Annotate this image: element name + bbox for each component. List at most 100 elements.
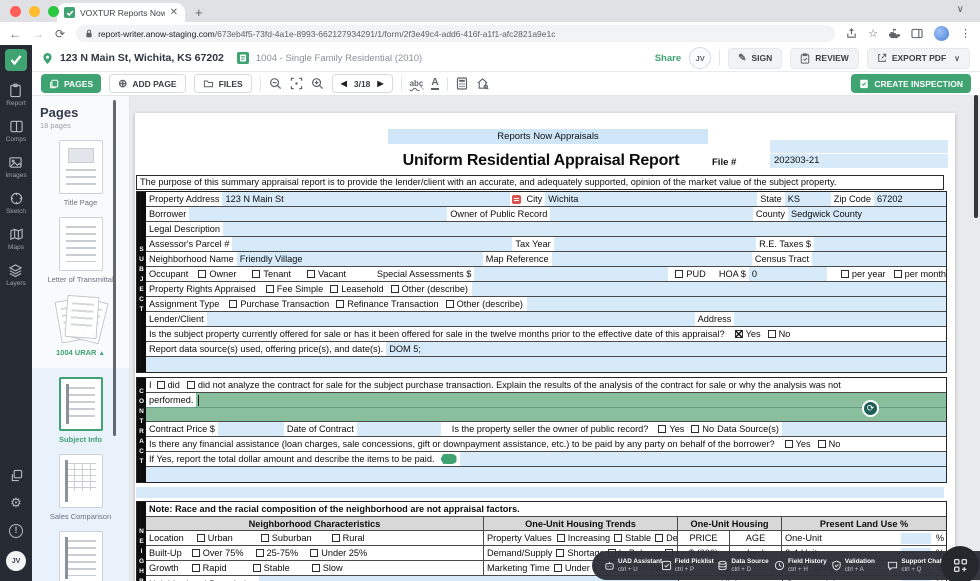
checkbox-urban[interactable] [196, 534, 205, 542]
contract-data-source-field[interactable] [781, 422, 946, 436]
font-format-icon[interactable]: A [431, 77, 439, 90]
shared-user-avatar[interactable]: JV [689, 47, 712, 69]
checkbox-seller-yes[interactable] [658, 425, 667, 433]
window-minimize-button[interactable] [29, 6, 40, 17]
county-field[interactable]: Sedgwick County [788, 207, 946, 221]
side-panel-icon[interactable] [911, 28, 923, 39]
owner-of-record-field[interactable] [550, 207, 753, 221]
uad-assistant-button[interactable]: UAD Assistant ctrl + U [604, 558, 662, 574]
data-source-button[interactable]: Data Source ctrl + D [717, 558, 770, 574]
export-pdf-button[interactable]: EXPORT PDF ∨ [866, 47, 970, 69]
contract-analysis-field[interactable] [196, 393, 946, 407]
checkbox-25-75[interactable] [255, 549, 264, 557]
browser-menu-icon[interactable]: ⋮ [960, 27, 971, 40]
uad-tag-icon[interactable] [440, 454, 457, 464]
tab-close-icon[interactable]: ✕ [170, 7, 178, 18]
checkbox-per-month[interactable] [893, 270, 902, 278]
re-taxes-field[interactable] [814, 237, 946, 251]
window-close-button[interactable] [10, 6, 21, 17]
checkbox-offered-no[interactable] [767, 330, 776, 338]
sidebar-item-layers[interactable]: Layers [6, 263, 26, 287]
page-group-label[interactable]: 1004 URAR ▲ [56, 348, 105, 359]
back-icon[interactable]: ← [9, 28, 21, 40]
checkbox-owner[interactable] [198, 270, 207, 278]
land-use-field[interactable] [901, 532, 931, 544]
bookmark-star-icon[interactable]: ☆ [868, 27, 878, 40]
zoom-in-icon[interactable] [311, 77, 324, 90]
property-lookup-icon[interactable] [476, 77, 489, 90]
city-field[interactable]: Wichita [545, 192, 758, 206]
files-button[interactable]: FILES [193, 74, 252, 93]
checkbox-fee-simple[interactable] [265, 285, 274, 293]
new-tab-button[interactable]: + [195, 5, 203, 20]
company-banner-field[interactable]: Reports Now Appraisals [388, 129, 708, 144]
previous-page-icon[interactable]: ◀ [341, 79, 347, 88]
subject-comments-field[interactable] [146, 357, 946, 372]
calculator-icon[interactable] [456, 77, 468, 90]
alert-info-icon[interactable]: ! [9, 524, 23, 538]
file-number-field[interactable]: 202303-21 [770, 154, 948, 168]
lender-client-field[interactable] [206, 312, 695, 326]
checkbox-did[interactable] [156, 381, 165, 389]
browser-tab[interactable]: VOXTUR Reports Now - Form ✕ [57, 3, 185, 22]
uad-flag-icon[interactable] [512, 194, 522, 204]
duplicate-icon[interactable] [10, 469, 23, 482]
checkbox-leasehold[interactable] [330, 285, 339, 293]
data-sources-field[interactable]: DOM 5; [386, 342, 946, 356]
checkbox-pud[interactable] [675, 270, 684, 278]
address-bar[interactable]: report-writer.anow-staging.com/673eb4f5-… [76, 25, 836, 42]
checkbox-over-75[interactable] [191, 549, 200, 557]
contract-date-field[interactable] [356, 422, 441, 436]
field-history-button[interactable]: Field History ctrl + H [774, 558, 827, 574]
page-thumb-sales-comparison[interactable]: Sales Comparison [32, 454, 129, 522]
checkbox-purchase[interactable] [229, 300, 238, 308]
assistance-amount-field[interactable] [459, 452, 946, 466]
apps-grid-button[interactable] [941, 546, 979, 581]
map-reference-field[interactable] [551, 252, 752, 266]
sidebar-item-sketch[interactable]: Sketch [6, 191, 26, 215]
checkbox-under-3[interactable] [553, 564, 562, 572]
browser-profile-avatar[interactable] [934, 26, 949, 41]
sync-refresh-icon[interactable]: ⟳ [862, 400, 879, 417]
settings-gear-icon[interactable]: ⚙ [10, 495, 22, 511]
checkbox-vacant[interactable] [306, 270, 315, 278]
contract-comments-field[interactable] [146, 467, 946, 482]
sidebar-item-comps[interactable]: Comps [6, 119, 26, 143]
document-canvas[interactable]: Reports Now Appraisals Uniform Residenti… [130, 96, 980, 581]
chevron-down-icon[interactable]: ∨ [954, 54, 960, 63]
page-thumb-additional-comparables[interactable]: Additional Comparables 4-6 [32, 531, 129, 581]
census-tract-field[interactable] [812, 252, 946, 266]
create-inspection-button[interactable]: CREATE INSPECTION [851, 74, 971, 93]
checkbox-suburban[interactable] [260, 534, 269, 542]
support-chat-button[interactable]: Support Chat ctrl + Q [887, 558, 942, 574]
validation-button[interactable]: Validation ctrl + A [831, 558, 884, 574]
assignment-other-field[interactable] [527, 297, 946, 311]
share-button[interactable]: Share [655, 53, 681, 64]
next-page-icon[interactable]: ▶ [377, 79, 383, 88]
checkbox-did-not[interactable] [186, 381, 195, 389]
spellcheck-icon[interactable]: abç [410, 79, 424, 88]
add-page-button[interactable]: ⊕ ADD PAGE [109, 74, 186, 93]
contract-price-field[interactable] [217, 422, 284, 436]
checkbox-slow[interactable] [311, 564, 320, 572]
parcel-field[interactable] [232, 237, 513, 251]
checkbox-increasing[interactable] [556, 534, 565, 542]
sidebar-item-report[interactable]: Report [6, 83, 26, 107]
fit-to-screen-icon[interactable] [290, 77, 303, 90]
checkbox-per-year[interactable] [840, 270, 849, 278]
window-zoom-button[interactable] [48, 6, 59, 17]
checkbox-rural[interactable] [331, 534, 340, 542]
zoom-out-icon[interactable] [269, 77, 282, 90]
user-avatar[interactable]: JV [6, 551, 26, 571]
neighborhood-name-field[interactable]: Friendly Village [236, 252, 483, 266]
checkbox-tenant[interactable] [252, 270, 261, 278]
document-scrollbar[interactable] [974, 95, 978, 218]
zip-field[interactable]: 67202 [874, 192, 946, 206]
tab-search-chevron-icon[interactable]: ∨ [957, 4, 964, 15]
checkbox-assignment-other[interactable] [445, 300, 454, 308]
borrower-field[interactable] [189, 207, 448, 221]
spacer-field[interactable] [136, 487, 944, 498]
voxtur-logo[interactable] [5, 49, 27, 71]
reload-icon[interactable]: ⟳ [55, 28, 65, 40]
property-address-field[interactable]: 123 N Main St [222, 192, 511, 206]
